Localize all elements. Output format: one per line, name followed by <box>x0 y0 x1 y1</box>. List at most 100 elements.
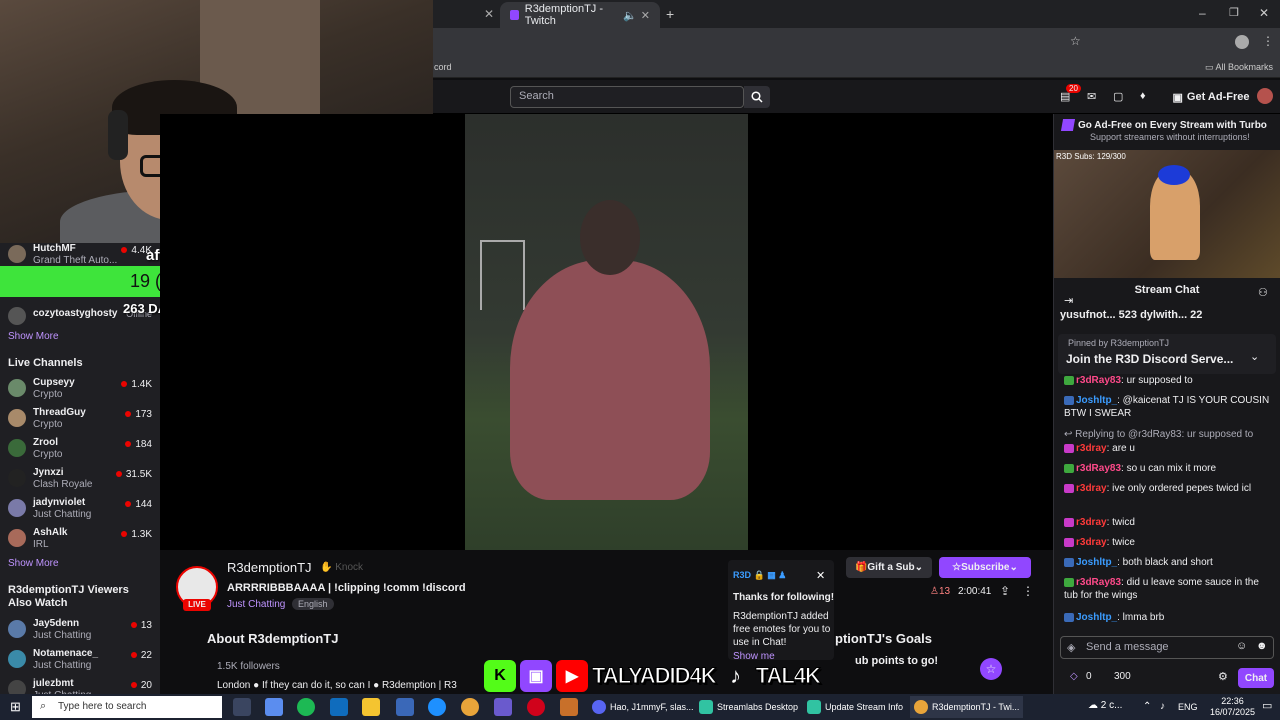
chat-username[interactable]: r3dRay83 <box>1076 463 1121 474</box>
sidebar-channel[interactable]: Cupseyy Crypto 1.4K <box>8 375 158 403</box>
taskbar-search[interactable]: Type here to search <box>32 696 222 718</box>
sidebar-channel[interactable]: Jynxzi Clash Royale 31.5K <box>8 465 158 493</box>
gift-sub-button[interactable]: 🎁 Gift a Sub ⌄ <box>846 557 932 578</box>
chat-message[interactable]: ↩ Replying to @r3dRay83: ur supposed to <box>1064 428 1274 441</box>
chat-username[interactable]: Joshltp_ <box>1076 612 1117 623</box>
more-options-icon[interactable]: ⋮ <box>1022 584 1034 598</box>
users-icon[interactable]: ⚇ <box>1258 286 1268 299</box>
chevron-down-icon[interactable]: ⌄ <box>1250 350 1259 363</box>
chat-message[interactable]: r3dRay83: did u leave some sauce in the … <box>1064 576 1274 602</box>
get-ad-free-button[interactable]: ▣ Get Ad-Free <box>1172 86 1250 108</box>
settings-gear-icon[interactable]: ⚙ <box>1218 670 1228 683</box>
chat-username[interactable]: Joshltp_ <box>1076 395 1117 406</box>
search-input[interactable]: Search <box>510 86 744 108</box>
discord-icon <box>592 700 606 714</box>
sidebar-channel[interactable]: Jay5denn Just Chatting 13 <box>8 616 158 644</box>
sidebar-channel[interactable]: jadynviolet Just Chatting 144 <box>8 495 158 523</box>
emote-preview-icon: R3D 🔒 ▦ ♟ <box>733 570 787 580</box>
edge-icon[interactable] <box>428 698 446 716</box>
language-indicator[interactable]: ENG <box>1178 702 1198 712</box>
profile-avatar[interactable] <box>1235 35 1249 49</box>
outlook-icon[interactable] <box>330 698 348 716</box>
taskbar-clock[interactable]: 22:36 16/07/2025 <box>1210 696 1255 718</box>
goal-star-icon[interactable]: ☆ <box>980 658 1002 680</box>
sidebar-channel[interactable]: AshAlk IRL 1.3K <box>8 525 158 553</box>
smiley-icon[interactable]: ☻ <box>1256 640 1268 652</box>
restore-button[interactable]: ❐ <box>1229 6 1239 19</box>
taskbar-app-active[interactable]: R3demptionTJ - Twi... <box>910 696 1024 718</box>
chat-username[interactable]: r3dray <box>1076 483 1107 494</box>
chat-send-button[interactable]: Chat <box>1238 668 1274 688</box>
chat-username[interactable]: r3dray <box>1076 537 1107 548</box>
all-bookmarks[interactable]: ▭ All Bookmarks <box>1205 62 1273 73</box>
sidebar-channel[interactable]: Zrool Crypto 184 <box>8 435 158 463</box>
app-icon[interactable] <box>494 698 512 716</box>
chat-message[interactable]: r3dray: twicd <box>1064 516 1274 529</box>
popup-body: R3demptionTJ added free emotes for you t… <box>733 611 831 648</box>
chat-message[interactable]: r3dray: ive only ordered pepes twicd icl <box>1064 482 1274 495</box>
chat-username[interactable]: r3dRay83 <box>1076 375 1121 386</box>
search-button[interactable] <box>744 86 770 108</box>
chrome-icon <box>914 700 928 714</box>
channel-points-icon[interactable]: ◇ <box>1070 671 1078 682</box>
chat-message[interactable]: Joshltp_: both black and short <box>1064 556 1274 569</box>
chat-bubble-icon[interactable]: ▢ <box>1113 90 1123 103</box>
bits-icon[interactable]: ◈ <box>1067 641 1075 654</box>
chat-message[interactable]: Joshltp_: @kaicenat TJ IS YOUR COUSIN BT… <box>1064 394 1274 420</box>
whispers-icon[interactable]: ✉ <box>1087 90 1096 103</box>
copilot-icon[interactable] <box>265 698 283 716</box>
close-icon[interactable]: ✕ <box>816 569 825 582</box>
minimize-button[interactable]: – <box>1199 6 1206 20</box>
channel-avatar <box>8 409 26 427</box>
close-tab-icon[interactable]: ✕ <box>641 9 650 22</box>
chat-username[interactable]: r3dray <box>1076 517 1107 528</box>
tab-audio-icon[interactable]: 🔈 <box>623 9 637 22</box>
chat-leaderboard[interactable]: yusufnot... 523 dylwith... 22 <box>1060 309 1202 321</box>
task-view-icon[interactable] <box>233 698 251 716</box>
windows-start-icon[interactable]: ⊞ <box>10 699 21 715</box>
opera-icon[interactable] <box>527 698 545 716</box>
chat-username[interactable]: r3dRay83 <box>1076 577 1121 588</box>
notifications-icon[interactable]: ▭ <box>1262 699 1272 712</box>
show-more-link[interactable]: Show More <box>8 331 59 342</box>
prime-icon[interactable]: ♦ <box>1140 90 1146 102</box>
sidebar-channel[interactable]: Notamenace_ Just Chatting 22 <box>8 646 158 674</box>
show-more-link[interactable]: Show More <box>8 558 59 569</box>
chrome-icon[interactable] <box>461 698 479 716</box>
language-tag[interactable]: English <box>292 598 334 610</box>
vlc-icon[interactable] <box>560 698 578 716</box>
taskbar-app[interactable]: Update Stream Info <box>803 696 907 718</box>
chat-username[interactable]: r3dray <box>1076 443 1107 454</box>
browser-menu-icon[interactable]: ⋮ <box>1262 34 1274 48</box>
file-explorer-icon[interactable] <box>362 698 380 716</box>
bookmark-item[interactable]: cord <box>434 62 452 72</box>
turbo-promo-title[interactable]: Go Ad-Free on Every Stream with Turbo <box>1078 120 1267 131</box>
bookmark-star-icon[interactable]: ☆ <box>1070 34 1081 48</box>
security-icon[interactable] <box>396 698 414 716</box>
tray-chevron-icon[interactable]: ⌃ <box>1143 701 1151 712</box>
new-tab-button[interactable]: + <box>666 6 674 22</box>
knock-button[interactable]: ✋ Knock <box>320 562 363 573</box>
chat-message[interactable]: r3dRay83: ur supposed to <box>1064 374 1274 387</box>
close-window-button[interactable]: ✕ <box>1259 6 1269 20</box>
category-link[interactable]: Just Chatting <box>227 599 285 610</box>
volume-icon[interactable]: ♪ <box>1160 701 1165 712</box>
chat-message[interactable]: r3dray: are u <box>1064 442 1274 455</box>
share-icon[interactable]: ⇪ <box>1000 584 1010 598</box>
active-browser-tab[interactable]: R3demptionTJ - Twitch 🔈 ✕ <box>500 2 660 28</box>
close-tab-icon[interactable]: ✕ <box>484 7 494 21</box>
sidebar-channel[interactable]: ThreadGuy Crypto 173 <box>8 405 158 433</box>
weather-widget[interactable]: ☁ 2 c... <box>1088 700 1122 711</box>
taskbar-app[interactable]: Hao, J1mmyF, slas... <box>588 696 698 718</box>
user-avatar[interactable] <box>1257 88 1273 104</box>
emote-picker-icon[interactable]: ☺ <box>1236 640 1247 652</box>
subscribe-button[interactable]: ☆ Subscribe ⌄ <box>939 557 1031 578</box>
chat-message[interactable]: r3dRay83: so u can mix it more <box>1064 462 1274 475</box>
chat-message[interactable]: Joshltp_: lmma brb <box>1064 611 1274 624</box>
chat-message[interactable]: r3dray: twice <box>1064 536 1274 549</box>
chat-username[interactable]: Joshltp_ <box>1076 557 1117 568</box>
spotify-icon[interactable] <box>297 698 315 716</box>
sidebar-channel[interactable]: HutchMF Grand Theft Auto... 4.4K <box>8 241 158 269</box>
taskbar-app[interactable]: Streamlabs Desktop <box>695 696 802 718</box>
channel-name[interactable]: R3demptionTJ <box>227 560 312 575</box>
